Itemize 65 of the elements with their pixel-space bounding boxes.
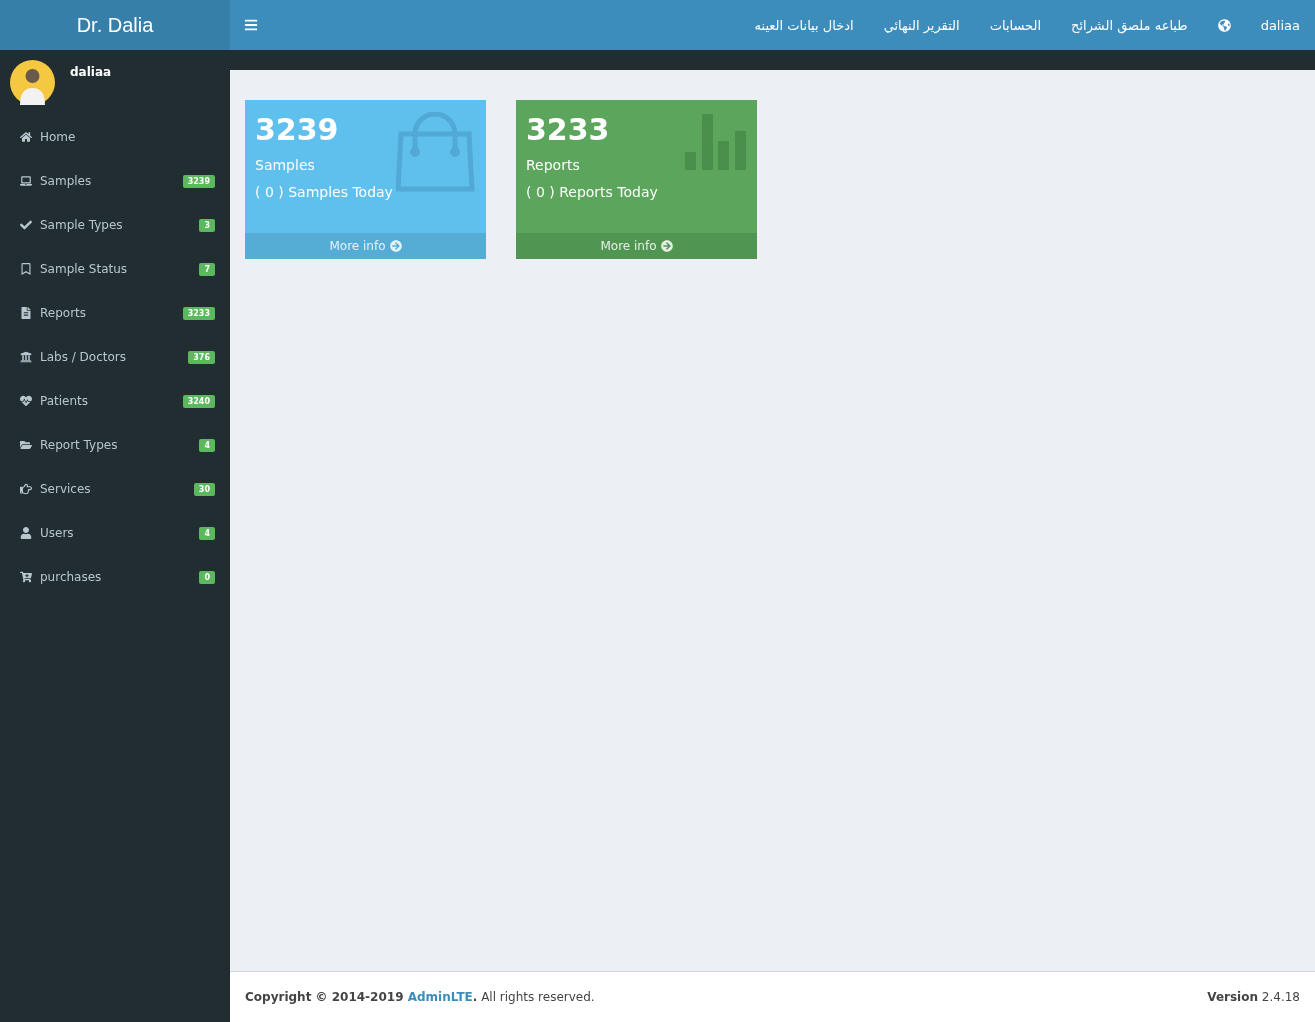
sidebar-item[interactable]: purchases 0	[0, 555, 230, 599]
count-badge: 3233	[182, 306, 215, 320]
sidebar-label: Samples	[40, 174, 92, 188]
sidebar-item[interactable]: Services 30	[0, 467, 230, 511]
count-badge: 0	[199, 570, 215, 584]
count-badge: 7	[199, 262, 215, 276]
nav-link[interactable]: التقرير النهائي	[868, 0, 975, 50]
shopping-bag-icon	[396, 112, 476, 192]
sidebar-item[interactable]: Patients 3240	[0, 379, 230, 423]
hand-icon	[20, 483, 32, 495]
sidebar-label: Sample Types	[40, 218, 123, 232]
copyright-text: Copyright © 2014-2019 AdminLTE. All rights reserved.	[245, 990, 595, 1004]
sidebar-label: Sample Status	[40, 262, 128, 276]
globe-icon	[1217, 18, 1231, 32]
home-icon	[20, 131, 32, 143]
sidebar-label: Report Types	[40, 438, 118, 452]
sidebar-item[interactable]: Labs / Doctors 376	[0, 335, 230, 379]
stat-count: 3239	[255, 112, 339, 147]
user-icon	[20, 527, 32, 539]
bookmark-icon	[20, 263, 32, 275]
cart-icon	[20, 571, 32, 583]
count-badge: 30	[193, 482, 215, 496]
count-badge: 4	[199, 526, 215, 540]
count-badge: 376	[188, 350, 215, 364]
bank-icon	[20, 351, 32, 363]
arrow-icon	[389, 240, 402, 252]
count-badge: 3	[199, 218, 215, 232]
version-text: Version 2.4.18	[1207, 990, 1300, 1004]
heart-icon	[20, 395, 32, 407]
sidebar-item[interactable]: Samples 3239	[0, 159, 230, 203]
user-name: daliaa	[70, 64, 112, 81]
brand-title[interactable]: Dr. Dalia	[0, 0, 230, 50]
menu-icon	[244, 18, 258, 32]
sidebar-item[interactable]: Reports 3233	[0, 291, 230, 335]
sidebar-label: Home	[40, 130, 76, 144]
stat-count: 3233	[526, 112, 610, 147]
document-icon	[20, 307, 32, 319]
count-badge: 3240	[182, 394, 215, 408]
sidebar-label: Labs / Doctors	[40, 350, 126, 364]
laptop-icon	[20, 175, 32, 187]
sidebar-item[interactable]: Sample Types 3	[0, 203, 230, 247]
adminlte-link[interactable]: AdminLTE	[407, 990, 473, 1004]
sidebar-item[interactable]: Sample Status 7	[0, 247, 230, 291]
sidebar-item[interactable]: Home	[0, 115, 230, 159]
stat-today: ( 0 ) Samples Today	[255, 184, 393, 200]
count-badge: 4	[199, 438, 215, 452]
folder-icon	[20, 439, 32, 451]
nav-link[interactable]: طباعه ملصق الشرائح	[1056, 0, 1203, 50]
avatar-icon	[10, 60, 55, 105]
nav-link[interactable]: ادخال بيانات العينه	[739, 0, 869, 50]
nav-link[interactable]: الحسابات	[974, 0, 1057, 50]
sidebar-label: Users	[40, 526, 74, 540]
user-menu[interactable]: daliaa	[1245, 0, 1315, 50]
stat-title: Samples	[255, 157, 315, 173]
stat-title: Reports	[526, 157, 580, 173]
arrow-icon	[660, 240, 673, 252]
sidebar-item[interactable]: Users 4	[0, 511, 230, 555]
check-icon	[20, 219, 32, 231]
count-badge: 3239	[182, 174, 215, 188]
sidebar-label: Patients	[40, 394, 89, 408]
sidebar-item[interactable]: Report Types 4	[0, 423, 230, 467]
stat-today: ( 0 ) Reports Today	[526, 184, 658, 200]
sidebar-label: purchases	[40, 570, 102, 584]
sidebar-label: Reports	[40, 306, 87, 320]
sidebar-label: Services	[40, 482, 91, 496]
